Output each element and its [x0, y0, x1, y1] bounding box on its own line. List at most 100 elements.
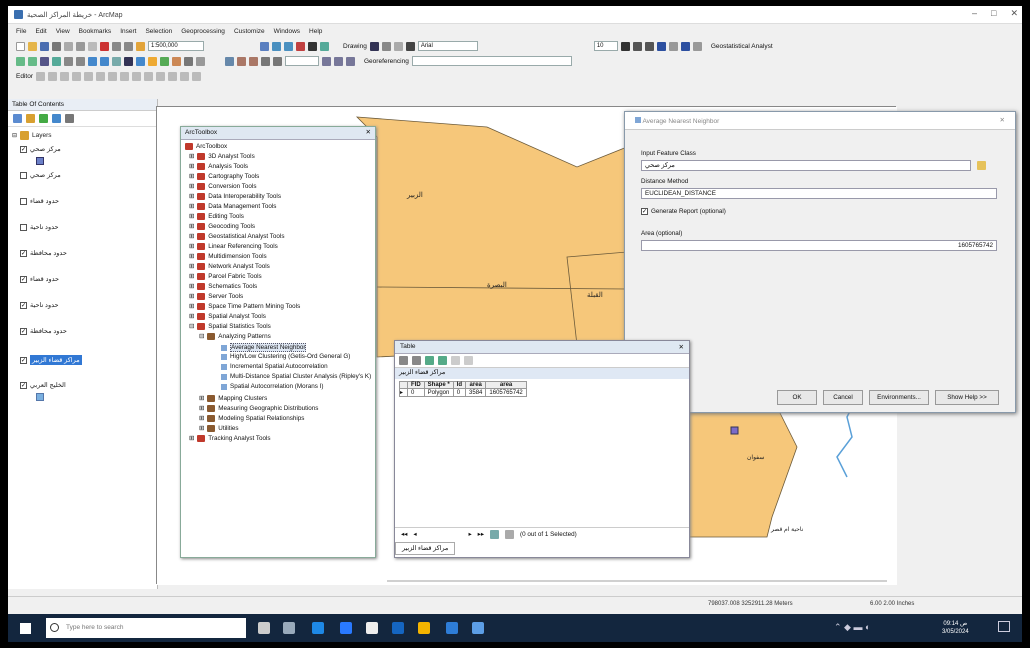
toolbox-item[interactable]: ⊞ Data Management Tools — [189, 203, 276, 210]
toolbox-item[interactable]: ⊞ 3D Analyst Tools — [189, 153, 255, 160]
effects-3-icon[interactable] — [346, 56, 355, 66]
store-icon[interactable] — [366, 622, 378, 634]
maximize-button[interactable]: □ — [991, 8, 996, 19]
microphone-icon[interactable] — [258, 622, 270, 634]
toolset-utilities[interactable]: ⊞ Utilities — [199, 425, 239, 432]
table-bottom-tab[interactable]: مراكز قضاء الزبير — [395, 542, 456, 555]
layer-checkbox[interactable]: ✓ — [20, 275, 27, 283]
menu-view[interactable]: View — [56, 28, 70, 35]
fill-color-icon[interactable] — [668, 41, 678, 51]
files-icon[interactable] — [392, 622, 404, 634]
text-icon[interactable] — [405, 41, 415, 51]
rotate-edit-icon[interactable] — [155, 71, 165, 81]
distance-method-select[interactable]: EUCLIDEAN_DISTANCE — [641, 188, 997, 199]
edit-annotation-icon[interactable] — [47, 71, 57, 81]
model-builder-icon[interactable] — [320, 41, 329, 51]
last-record-icon[interactable]: ▸▸ — [478, 531, 484, 538]
toc-layer-3[interactable]: حدود ناحية — [20, 223, 59, 231]
toolbox-item[interactable]: ⊞ Geostatistical Analyst Tools — [189, 233, 284, 240]
arcgis-icon[interactable] — [446, 622, 458, 634]
toc-layer-6[interactable]: ✓ حدود ناحية — [20, 301, 59, 309]
toolbox-item[interactable]: ⊞ Linear Referencing Tools — [189, 243, 278, 250]
task-view-icon[interactable] — [283, 622, 295, 634]
ok-button[interactable]: OK — [777, 390, 817, 405]
menu-customize[interactable]: Customize — [234, 28, 265, 35]
toolbox-close-icon[interactable]: ✕ — [366, 128, 371, 136]
edit-tool-icon[interactable] — [35, 71, 45, 81]
cut-polygons-icon[interactable] — [131, 71, 141, 81]
tool-multi-distance-cluster[interactable]: Multi-Distance Spatial Cluster Analysis … — [221, 373, 371, 380]
toc-layer-8[interactable]: ✓ مراكز قضاء الزبير — [20, 355, 82, 365]
select-by-attributes-icon[interactable] — [425, 356, 434, 365]
trace-icon[interactable] — [83, 71, 93, 81]
editor-toolbar-icon[interactable] — [260, 41, 269, 51]
toolbox-root[interactable]: ArcToolbox — [185, 143, 227, 150]
taskbar-search[interactable]: Type here to search — [46, 618, 246, 638]
menu-windows[interactable]: Windows — [274, 28, 300, 35]
column-header[interactable]: Id — [452, 381, 467, 389]
menu-selection[interactable]: Selection — [145, 28, 172, 35]
bold-icon[interactable] — [620, 41, 630, 51]
back-icon[interactable] — [88, 56, 97, 66]
table-close-icon[interactable]: ✕ — [679, 343, 684, 351]
fixed-zoom-out-icon[interactable] — [76, 56, 85, 66]
menu-geoprocessing[interactable]: Geoprocessing — [181, 28, 225, 35]
layer-checkbox[interactable]: ✓ — [20, 327, 27, 335]
print-icon[interactable] — [52, 41, 61, 51]
open-icon[interactable] — [28, 41, 37, 51]
create-features-icon[interactable] — [191, 71, 201, 81]
options-icon[interactable] — [65, 114, 74, 123]
menu-file[interactable]: File — [16, 28, 26, 35]
line-color-icon[interactable] — [680, 41, 690, 51]
georeferencing-menu[interactable]: Georeferencing — [364, 58, 409, 65]
copy-icon[interactable] — [76, 41, 85, 51]
straight-segment-icon[interactable] — [59, 71, 69, 81]
python-icon[interactable] — [308, 41, 317, 51]
switch-selection-icon[interactable] — [438, 356, 447, 365]
pan-icon[interactable] — [40, 56, 49, 66]
effects-icon[interactable] — [322, 56, 331, 66]
tool-high-low-clustering[interactable]: High/Low Clustering (Getis-Ord General G… — [221, 353, 350, 360]
browse-folder-icon[interactable] — [977, 161, 986, 170]
edit-vertices-icon[interactable] — [107, 71, 117, 81]
next-record-icon[interactable]: ▸ — [469, 531, 472, 538]
scale-select[interactable]: 1:500,000 — [148, 41, 204, 51]
arcmap-taskbar-icon[interactable] — [472, 622, 484, 634]
rectangle-icon[interactable] — [393, 41, 403, 51]
reshape-icon[interactable] — [119, 71, 129, 81]
chrome-icon[interactable] — [418, 622, 430, 634]
toc-layer-9[interactable]: ✓ الخليج العربي — [20, 381, 66, 389]
font-size-select[interactable]: 10 — [593, 41, 618, 51]
toolbox-item[interactable]: ⊞ Server Tools — [189, 293, 243, 300]
undo-icon[interactable] — [112, 41, 121, 51]
redo-icon[interactable] — [124, 41, 133, 51]
previous-record-icon[interactable]: ◂ — [413, 531, 416, 538]
split-icon[interactable] — [143, 71, 153, 81]
layer-checkbox[interactable] — [20, 171, 27, 179]
identify-icon[interactable] — [136, 56, 145, 66]
tool-average-nearest-neighbor[interactable]: Average Nearest Neighbor — [221, 343, 307, 352]
layer-checkbox[interactable]: ✓ — [20, 356, 27, 364]
add-data-icon[interactable] — [136, 41, 145, 51]
georef-tool-2-icon[interactable] — [249, 56, 258, 66]
toolbox-item[interactable]: ⊞ Tracking Analyst Tools — [189, 435, 271, 442]
cancel-button[interactable]: Cancel — [823, 390, 863, 405]
cut-icon[interactable] — [64, 41, 73, 51]
save-icon[interactable] — [40, 41, 49, 51]
input-feature-class-select[interactable]: مركز صحي — [641, 160, 971, 171]
layer-checkbox[interactable]: ✓ — [20, 381, 27, 389]
cell[interactable]: 3584 — [465, 388, 487, 397]
underline-icon[interactable] — [644, 41, 654, 51]
paste-icon[interactable] — [88, 41, 97, 51]
drawing-menu[interactable]: Drawing — [343, 43, 367, 50]
list-by-visibility-icon[interactable] — [39, 114, 48, 123]
toolbox-item[interactable]: ⊞ Data Interoperability Tools — [189, 193, 281, 200]
sketch-properties-icon[interactable] — [179, 71, 189, 81]
grid-2-icon[interactable] — [273, 56, 282, 66]
measure-icon[interactable] — [160, 56, 169, 66]
cell[interactable]: Polygon — [423, 388, 454, 397]
toc-layer-4[interactable]: ✓ حدود محافظة — [20, 249, 67, 257]
generate-report-checkbox[interactable]: ✓ — [641, 208, 648, 215]
toolset-modeling-relationships[interactable]: ⊞ Modeling Spatial Relationships — [199, 415, 304, 422]
mail-icon[interactable] — [340, 622, 352, 634]
